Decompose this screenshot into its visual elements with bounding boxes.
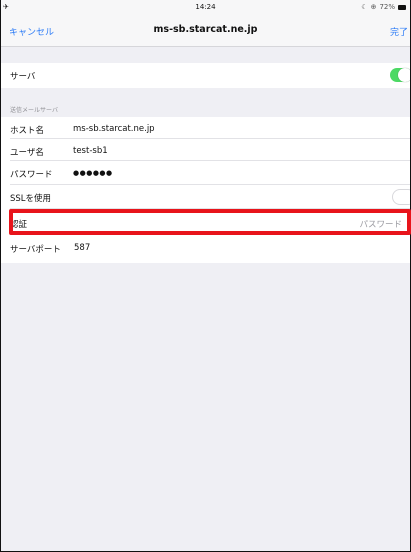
moon-icon: ☾ [361, 3, 368, 11]
username-label: ユーザ名 [10, 148, 44, 158]
ssl-label: SSLを使用 [10, 194, 52, 204]
host-label: ホスト名 [10, 126, 45, 136]
highlight-box [9, 209, 411, 235]
settings-screen: ✈ 14:24 ☾ ⊕ 72% キャンセル ms-sb.starcat.ne.j… [0, 0, 411, 552]
ssl-row: SSLを使用 [1, 185, 410, 209]
password-field[interactable]: ●●●●●● [73, 169, 113, 177]
section-header: 送信メールサーバ [10, 107, 58, 114]
server-row: サーバ [1, 63, 410, 88]
status-right: ☾ ⊕ 72% [361, 3, 406, 11]
port-row[interactable]: サーバポート 587 [1, 235, 410, 263]
host-row[interactable]: ホスト名 ms-sb.starcat.ne.jp [1, 117, 410, 139]
password-label: パスワード [10, 170, 53, 180]
ssl-toggle[interactable] [392, 189, 410, 205]
port-field[interactable]: 587 [74, 243, 90, 253]
username-field[interactable]: test-sb1 [73, 146, 108, 156]
password-row[interactable]: パスワード ●●●●●● [1, 161, 410, 185]
toggle-knob [398, 68, 410, 82]
username-row[interactable]: ユーザ名 test-sb1 [1, 139, 410, 161]
navigation-bar: キャンセル ms-sb.starcat.ne.jp 完了 [1, 14, 410, 47]
status-time: 14:24 [195, 3, 216, 11]
page-title: ms-sb.starcat.ne.jp [153, 24, 258, 35]
lock-rotation-icon: ⊕ [370, 3, 377, 11]
done-button[interactable]: 完了 [390, 25, 408, 38]
port-label: サーバポート [10, 245, 61, 255]
status-bar: ✈ 14:24 ☾ ⊕ 72% [1, 0, 410, 14]
host-field[interactable]: ms-sb.starcat.ne.jp [73, 124, 155, 134]
battery-icon [398, 4, 406, 10]
battery-percent: 72% [379, 3, 395, 11]
server-toggle[interactable] [390, 68, 410, 82]
server-label: サーバ [10, 72, 36, 82]
